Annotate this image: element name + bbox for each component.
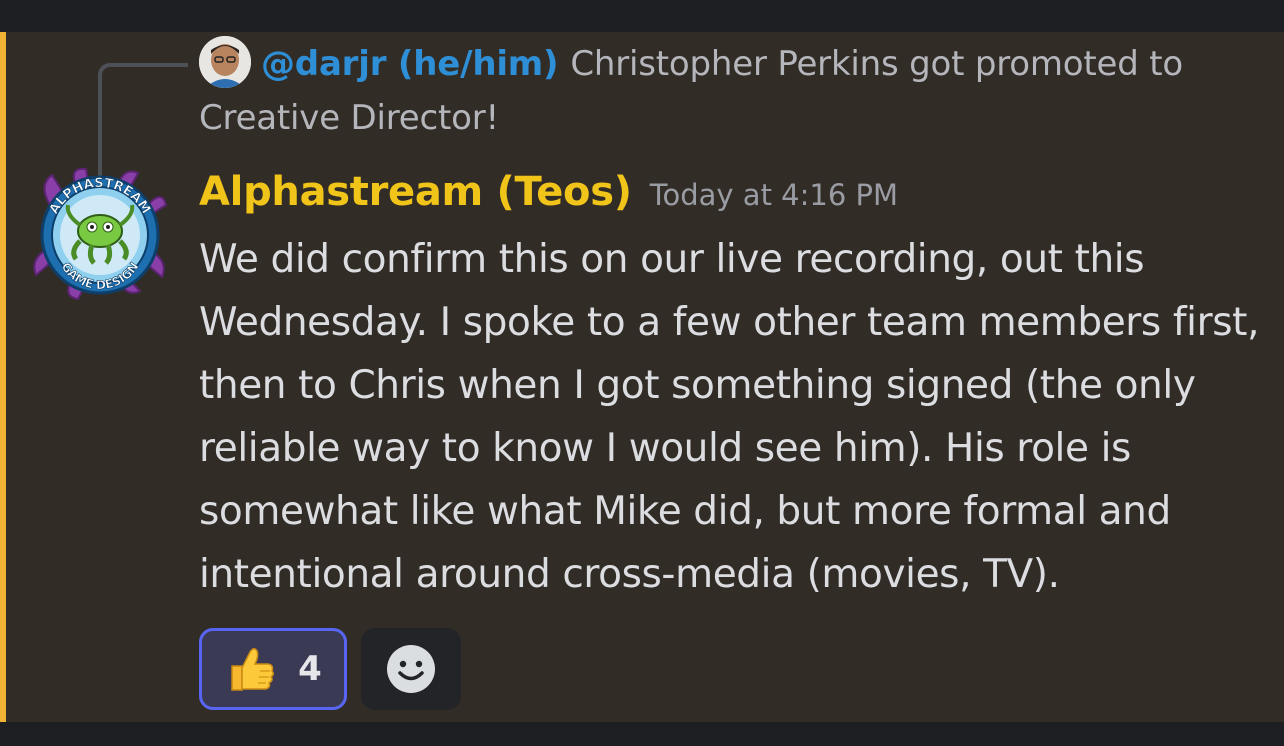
reply-author[interactable]: @darjr (he/him) bbox=[261, 44, 559, 84]
message-item[interactable]: @darjr (he/him) Christopher Perkins got p… bbox=[0, 32, 1284, 722]
reaction-thumbs-up[interactable]: 4 bbox=[199, 628, 347, 710]
thumbs-up-icon bbox=[231, 648, 275, 691]
reply-preview[interactable]: @darjr (he/him) Christopher Perkins got p… bbox=[199, 36, 1269, 145]
add-reaction-button[interactable] bbox=[361, 628, 461, 710]
reply-connector bbox=[98, 63, 188, 181]
message-content: We did confirm this on our live recordin… bbox=[199, 237, 1260, 597]
message-header: Alphastream (Teos) Today at 4:16 PM bbox=[199, 169, 898, 215]
message-timestamp[interactable]: Today at 4:16 PM bbox=[650, 178, 898, 212]
message-author[interactable]: Alphastream (Teos) bbox=[199, 169, 632, 215]
reply-avatar[interactable] bbox=[199, 36, 251, 88]
reactions-bar: 4 bbox=[199, 628, 461, 710]
avatar[interactable]: ALPHASTREAM GAME DESIGN bbox=[30, 165, 170, 301]
add-reaction-smiley-icon bbox=[387, 645, 435, 693]
reaction-count: 4 bbox=[298, 649, 322, 689]
